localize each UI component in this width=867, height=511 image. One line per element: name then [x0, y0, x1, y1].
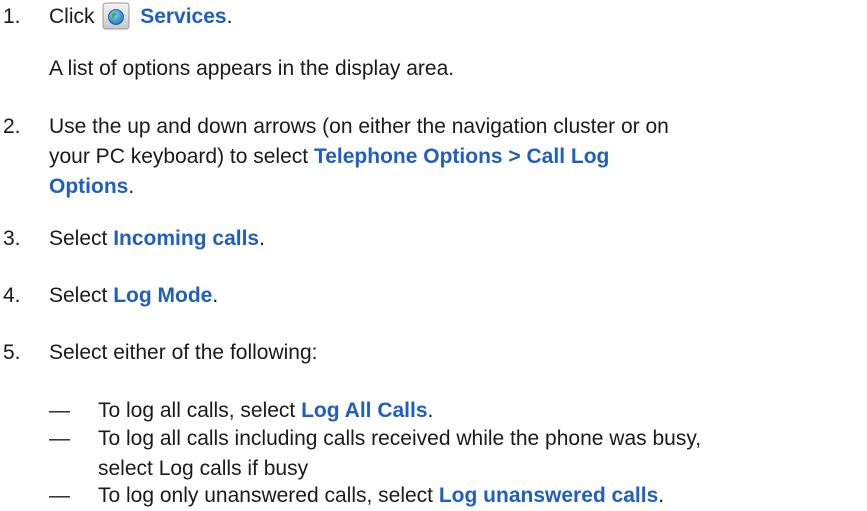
- option-text: To log only unanswered calls, select: [98, 484, 434, 507]
- step-number: 3.: [3, 227, 21, 250]
- option-text-continued: select Log calls if busy: [98, 457, 309, 480]
- step-number: 4.: [3, 284, 21, 307]
- option-text: To log all calls including calls receive…: [98, 427, 702, 450]
- log-all-calls-ui-label: Log All Calls: [301, 399, 428, 422]
- dash-bullet: —: [49, 399, 70, 422]
- dash-bullet: —: [49, 484, 70, 507]
- step-4: 4. Select Log Mode.: [0, 281, 867, 311]
- option-item: — To log only unanswered calls, select L…: [49, 481, 859, 511]
- step-text: Select: [49, 284, 108, 307]
- dash-bullet: —: [49, 427, 70, 450]
- step-text: Select either of the following:: [49, 341, 318, 364]
- step-text: Use the up and down arrows (on either th…: [49, 115, 669, 138]
- option-text: To log all calls, select: [98, 399, 296, 422]
- telephone-options-ui-label: Telephone Options > Call Log: [313, 145, 610, 168]
- option-item: — To log all calls including calls recei…: [49, 424, 859, 484]
- step-number: 1.: [3, 5, 21, 28]
- step-5: 5. Select either of the following:: [0, 338, 867, 368]
- step-2: 2. Use the up and down arrows (on either…: [0, 112, 867, 202]
- options-ui-label: Options: [49, 175, 129, 198]
- log-unanswered-calls-ui-label: Log unanswered calls: [438, 484, 659, 507]
- step-text: Click: [49, 5, 95, 28]
- step-text: Select: [49, 227, 108, 250]
- option-item: — To log all calls, select Log All Calls…: [49, 396, 859, 426]
- step-1: 1. Click Services.: [0, 2, 867, 32]
- step-1-result: A list of options appears in the display…: [49, 57, 455, 80]
- globe-icon: [102, 2, 130, 30]
- incoming-calls-ui-label: Incoming calls: [113, 227, 260, 250]
- services-ui-label: Services: [140, 5, 227, 28]
- log-mode-ui-label: Log Mode: [113, 284, 213, 307]
- step-number: 2.: [3, 115, 21, 138]
- step-3: 3. Select Incoming calls.: [0, 224, 867, 254]
- step-number: 5.: [3, 341, 21, 364]
- procedure-page: 1. Click Services. A list of options app…: [0, 0, 867, 511]
